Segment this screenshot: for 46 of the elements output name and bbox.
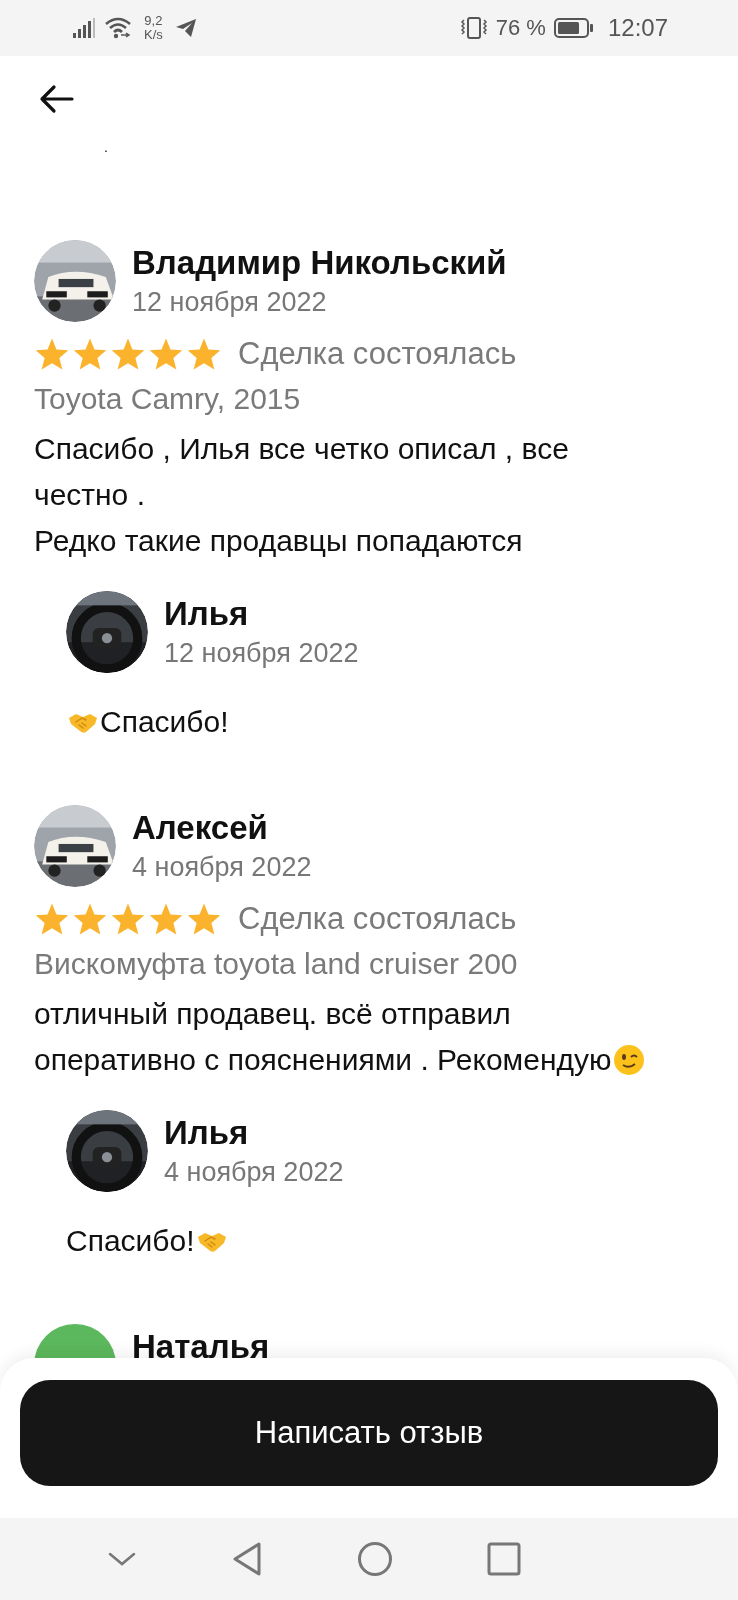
home-circle-icon[interactable] — [357, 1541, 393, 1577]
star-icon — [186, 337, 222, 371]
product-name: Вискомуфта toyota land cruiser 200 — [34, 946, 519, 982]
star-icon — [148, 337, 184, 371]
battery-percent: 76 % — [495, 15, 546, 41]
network-speed-value: 9,2 — [144, 14, 163, 28]
review-text: Спасибо , Илья все четко описал , все — [34, 431, 569, 467]
winking-emoji-icon — [613, 1044, 646, 1076]
clock-time: 12:07 — [607, 14, 668, 42]
review-text: оперативно с пояснениями . Рекомендую — [34, 1042, 612, 1078]
deal-status: Сделка состоялась — [238, 336, 517, 372]
review-date: 12 ноября 2022 — [132, 287, 328, 317]
vibrate-icon — [459, 16, 488, 40]
star-icon — [72, 902, 108, 936]
star-icon — [34, 902, 70, 936]
battery-icon — [553, 17, 594, 39]
network-speed-unit: K/s — [144, 28, 163, 42]
star-icon — [110, 902, 146, 936]
back-triangle-icon[interactable] — [231, 1541, 263, 1577]
author-name: Наталья — [132, 1329, 270, 1365]
review-date: 12 ноября 2022 — [164, 638, 359, 668]
paper-plane-icon — [174, 18, 197, 38]
wifi-icon — [104, 16, 132, 40]
star-icon — [186, 902, 222, 936]
reply-text: Спасибо! — [66, 1223, 195, 1259]
product-name: Toyota Camry, 2015 — [34, 381, 302, 417]
recent-apps-square-icon[interactable] — [487, 1542, 521, 1576]
author-name: Владимир Никольский — [132, 245, 507, 281]
author-name: Алексей — [132, 810, 269, 846]
author-name: Илья — [164, 596, 250, 632]
stray-mark: . — [104, 139, 108, 155]
author-name: Илья — [164, 1115, 250, 1151]
star-icon — [34, 337, 70, 371]
star-icon — [72, 337, 108, 371]
review-text: отличный продавец. всё отправил — [34, 996, 511, 1032]
deal-status: Сделка состоялась — [238, 901, 517, 937]
review-date: 4 ноября 2022 — [132, 852, 312, 882]
review-text: честно . — [34, 477, 145, 513]
reply-text: Спасибо! — [100, 704, 229, 740]
signal-icon — [72, 17, 96, 39]
back-arrow-icon[interactable] — [38, 84, 74, 114]
star-icon — [148, 902, 184, 936]
review-date: 4 ноября 2022 — [164, 1157, 344, 1187]
star-icon — [110, 337, 146, 371]
review-text: Редко такие продавцы попадаются — [34, 523, 523, 559]
write-review-button[interactable]: Написать отзыв — [20, 1380, 718, 1486]
